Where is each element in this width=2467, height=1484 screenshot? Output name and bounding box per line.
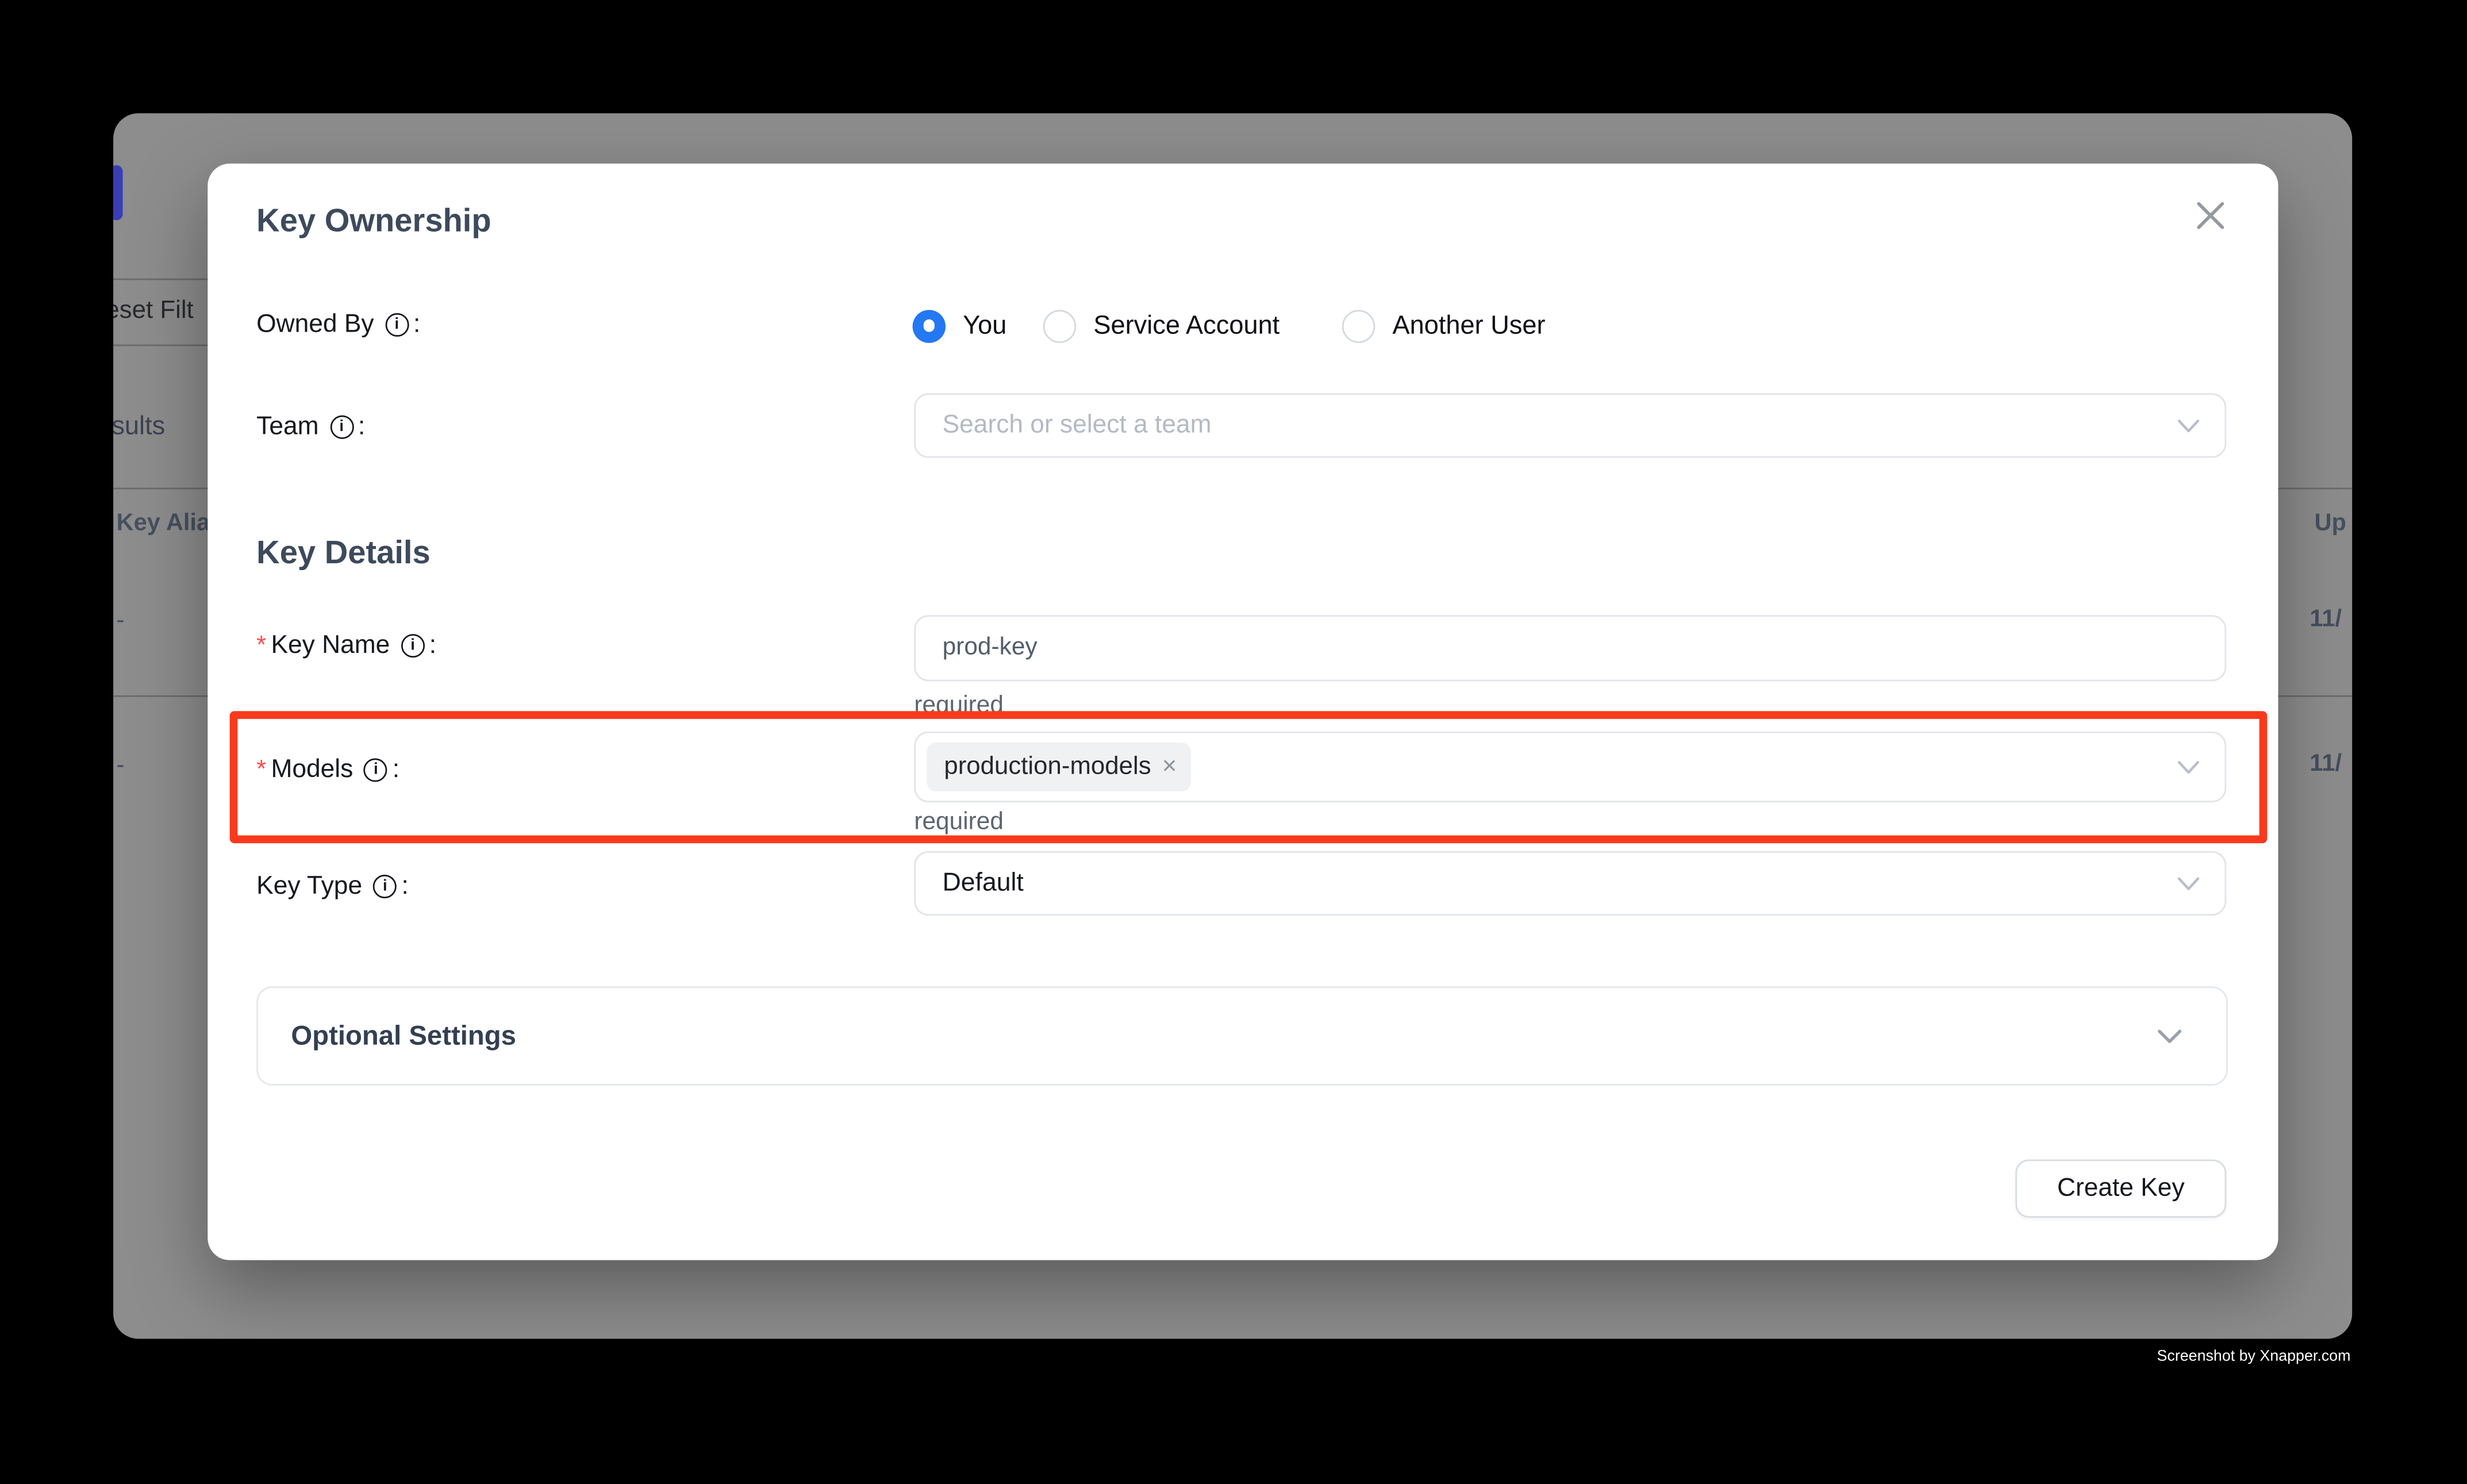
key-name-value: prod-key <box>943 634 1037 662</box>
owned-by-info-icon[interactable]: i <box>385 313 409 337</box>
radio-unselected-icon[interactable] <box>1043 309 1076 342</box>
reset-filters-button-bottom-border <box>113 344 211 345</box>
table-row: 11/ <box>2310 751 2342 779</box>
colon: : <box>393 755 399 785</box>
radio-service-account-label[interactable]: Service Account <box>1093 311 1279 341</box>
key-type-label: Key Type i : <box>256 871 409 901</box>
team-select-placeholder: Search or select a team <box>943 410 1212 440</box>
team-label: Team i : <box>256 412 365 442</box>
chevron-down-icon <box>2157 1028 2182 1044</box>
chevron-down-icon <box>2177 418 2199 433</box>
model-tag: production-models × <box>927 743 1191 791</box>
colon: : <box>402 871 409 901</box>
close-icon <box>2195 200 2226 232</box>
key-type-info-icon[interactable]: i <box>373 875 397 898</box>
models-validation-message: required <box>914 809 1004 837</box>
team-info-icon[interactable]: i <box>330 416 353 439</box>
optional-settings-panel[interactable]: Optional Settings <box>256 986 2228 1085</box>
tag-remove-icon[interactable]: × <box>1162 755 1177 780</box>
table-row: - <box>117 608 125 636</box>
chevron-down-icon <box>2177 876 2199 891</box>
watermark-text: Screenshot by Xnapper.com <box>2157 1348 2351 1366</box>
radio-owned-by-you[interactable]: You <box>913 308 1007 343</box>
colon: : <box>413 310 420 340</box>
owned-by-label-text: Owned By <box>256 310 374 340</box>
screenshot-stage: eset Filt sults Key Alia Up - 11/ - 11/ … <box>0 0 2467 1483</box>
key-name-info-icon[interactable]: i <box>401 634 424 658</box>
radio-unselected-icon[interactable] <box>1342 309 1375 342</box>
models-label: * Models i : <box>256 755 399 785</box>
close-button[interactable] <box>2190 195 2231 236</box>
required-mark: * <box>256 756 266 784</box>
chevron-down-icon <box>2177 760 2199 774</box>
models-info-icon[interactable]: i <box>364 758 387 782</box>
create-key-modal: Key Ownership Owned By i : You Service A… <box>207 164 2278 1260</box>
reset-filters-button[interactable]: eset Filt <box>113 297 194 325</box>
key-name-label: * Key Name i : <box>256 631 436 661</box>
owned-by-label: Owned By i : <box>256 310 420 340</box>
table-row: 11/ <box>2310 606 2342 634</box>
team-select[interactable]: Search or select a team <box>914 393 2226 457</box>
sidebar-accent <box>113 165 122 220</box>
updated-column-header: Up <box>2314 510 2346 537</box>
optional-settings-title: Optional Settings <box>291 1020 516 1052</box>
create-key-button-label: Create Key <box>2057 1174 2185 1204</box>
key-alias-column-header: Key Alia <box>117 510 210 537</box>
colon: : <box>358 412 365 442</box>
required-mark: * <box>256 632 266 660</box>
modal-title: Key Ownership <box>256 203 491 241</box>
key-details-heading: Key Details <box>256 535 431 573</box>
model-tag-label: production-models <box>944 753 1151 781</box>
key-type-value: Default <box>943 868 1024 898</box>
radio-owned-by-service-account[interactable]: Service Account <box>1043 308 1279 343</box>
radio-you-label[interactable]: You <box>963 311 1006 341</box>
radio-owned-by-another-user[interactable]: Another User <box>1342 308 1546 343</box>
radio-another-user-label[interactable]: Another User <box>1392 311 1545 341</box>
create-key-button[interactable]: Create Key <box>2015 1159 2226 1217</box>
results-count-text: sults <box>113 412 165 442</box>
team-label-text: Team <box>256 412 318 442</box>
key-name-input[interactable]: prod-key <box>914 615 2226 681</box>
key-name-label-text: Key Name <box>271 631 390 661</box>
key-name-validation-message: required <box>914 692 1004 720</box>
models-label-text: Models <box>271 755 353 785</box>
key-type-select[interactable]: Default <box>914 851 2226 916</box>
reset-filters-button-top-border <box>113 278 211 279</box>
key-type-label-text: Key Type <box>256 871 362 901</box>
radio-selected-icon[interactable] <box>913 309 946 342</box>
models-select[interactable]: production-models × <box>914 732 2226 802</box>
colon: : <box>429 631 436 661</box>
table-row: - <box>117 752 125 780</box>
